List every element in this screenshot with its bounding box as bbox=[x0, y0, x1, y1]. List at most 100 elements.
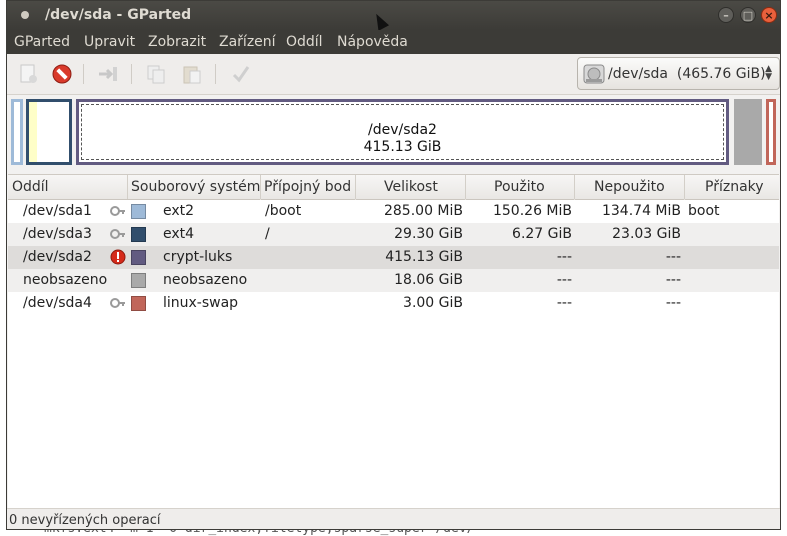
menu-bar: GParted Upravit Zobrazit Zařízení Oddíl … bbox=[7, 30, 780, 54]
used-space: --- bbox=[556, 249, 572, 265]
selected-partition-label: /dev/sda2 415.13 GiB bbox=[363, 122, 442, 155]
filesystem-type: neobsazeno bbox=[163, 272, 248, 288]
copy-icon bbox=[147, 65, 165, 84]
key-icon bbox=[110, 204, 126, 222]
column-header-mountpoint[interactable]: Přípojný bod bbox=[264, 179, 351, 195]
paste-button[interactable] bbox=[179, 62, 205, 86]
unused-space: 134.74 MiB bbox=[601, 203, 681, 219]
partition-block-sda3[interactable] bbox=[26, 99, 72, 165]
table-row[interactable]: /dev/sda3 ext4 / 29.30 GiB 6.27 GiB 23.03 GiB bbox=[8, 223, 779, 246]
table-row[interactable]: neobsazeno neobsazeno 18.06 GiB --- --- bbox=[8, 269, 779, 292]
filesystem-color-swatch bbox=[131, 204, 146, 219]
unused-space: 23.03 GiB bbox=[612, 226, 681, 242]
column-divider bbox=[355, 175, 356, 199]
partition-name: /dev/sda3 bbox=[23, 226, 92, 242]
device-label: /dev/sda (465.76 GiB) bbox=[608, 66, 766, 82]
menu-gparted[interactable]: GParted bbox=[14, 34, 70, 50]
column-header-unused[interactable]: Nepoužito bbox=[594, 179, 665, 195]
filesystem-color-swatch bbox=[131, 296, 146, 311]
column-divider bbox=[574, 175, 575, 199]
warning-icon bbox=[110, 249, 126, 269]
status-bar: 0 nevyřízených operací bbox=[7, 508, 780, 529]
delete-partition-button[interactable] bbox=[49, 62, 75, 86]
checkmark-icon bbox=[232, 66, 250, 83]
mount-point: / bbox=[265, 226, 270, 242]
partition-block-unallocated[interactable] bbox=[734, 99, 762, 165]
column-header-filesystem[interactable]: Souborový systém bbox=[131, 179, 260, 195]
resize-move-button[interactable] bbox=[95, 62, 121, 86]
table-row[interactable]: /dev/sda2 crypt-luks 415.13 GiB --- --- bbox=[8, 246, 779, 269]
filesystem-color-swatch bbox=[131, 250, 146, 265]
partition-name: /dev/sda2 bbox=[23, 249, 92, 265]
window-title: /dev/sda - GParted bbox=[45, 7, 192, 23]
partition-name: neobsazeno bbox=[23, 272, 108, 288]
toolbar-separator bbox=[131, 64, 132, 84]
menu-view[interactable]: Zobrazit bbox=[148, 34, 206, 50]
unused-space: --- bbox=[665, 272, 681, 288]
partition-block-sda1[interactable] bbox=[11, 99, 23, 165]
delete-icon bbox=[52, 64, 72, 84]
used-space: --- bbox=[556, 272, 572, 288]
toolbar-separator bbox=[83, 64, 84, 84]
table-row[interactable]: /dev/sda4 linux-swap 3.00 GiB --- --- bbox=[8, 292, 779, 315]
paste-icon bbox=[183, 66, 201, 84]
device-selector[interactable]: /dev/sda (465.76 GiB) ▲ ▼ bbox=[577, 57, 780, 90]
close-button[interactable]: × bbox=[761, 7, 777, 23]
partition-size: 3.00 GiB bbox=[403, 295, 463, 311]
title-bar[interactable]: /dev/sda - GParted – □ × bbox=[7, 1, 780, 30]
column-header-flags[interactable]: Příznaky bbox=[705, 179, 764, 195]
partition-size: 18.06 GiB bbox=[394, 272, 463, 288]
mount-point: /boot bbox=[265, 203, 302, 219]
minimize-button[interactable]: – bbox=[718, 7, 734, 23]
used-space: 6.27 GiB bbox=[512, 226, 572, 242]
column-header-size[interactable]: Velikost bbox=[384, 179, 438, 195]
toolbar: /dev/sda (465.76 GiB) ▲ ▼ bbox=[7, 54, 780, 95]
used-space: --- bbox=[556, 295, 572, 311]
partition-table: Oddíl Souborový systém Přípojný bod Veli… bbox=[8, 174, 779, 508]
filesystem-color-swatch bbox=[131, 273, 146, 288]
hard-disk-icon bbox=[583, 64, 605, 84]
filesystem-type: ext4 bbox=[163, 226, 195, 242]
menu-partition[interactable]: Oddíl bbox=[286, 34, 323, 50]
maximize-button[interactable]: □ bbox=[740, 7, 756, 23]
partition-block-sda4[interactable] bbox=[766, 99, 776, 165]
partition-name: /dev/sda4 bbox=[23, 295, 92, 311]
column-divider bbox=[684, 175, 685, 199]
column-header-used[interactable]: Použito bbox=[494, 179, 545, 195]
table-header: Oddíl Souborový systém Přípojný bod Veli… bbox=[8, 175, 779, 200]
resize-move-icon bbox=[99, 67, 117, 81]
partition-size: 415.13 GiB bbox=[385, 249, 463, 265]
key-icon bbox=[110, 296, 126, 314]
unused-space: --- bbox=[665, 249, 681, 265]
column-header-partition[interactable]: Oddíl bbox=[12, 179, 49, 195]
partition-name: /dev/sda1 bbox=[23, 203, 92, 219]
filesystem-color-swatch bbox=[131, 227, 146, 242]
new-partition-button[interactable] bbox=[15, 62, 41, 86]
copy-button[interactable] bbox=[143, 62, 169, 86]
toolbar-separator bbox=[215, 64, 216, 84]
column-divider bbox=[260, 175, 261, 199]
partition-size: 285.00 MiB bbox=[383, 203, 463, 219]
key-icon bbox=[110, 227, 126, 245]
partition-size: 29.30 GiB bbox=[394, 226, 463, 242]
new-document-icon bbox=[20, 64, 37, 83]
used-space: 150.26 MiB bbox=[492, 203, 572, 219]
menu-edit[interactable]: Upravit bbox=[84, 34, 135, 50]
partition-flags: boot bbox=[688, 203, 720, 219]
chevron-up-down-icon: ▲ ▼ bbox=[765, 64, 772, 82]
apply-button[interactable] bbox=[228, 62, 254, 86]
partition-block-sda2[interactable]: /dev/sda2 415.13 GiB bbox=[76, 99, 729, 165]
menu-device[interactable]: Zařízení bbox=[219, 34, 276, 50]
window-menu-icon[interactable] bbox=[21, 11, 29, 19]
column-divider bbox=[465, 175, 466, 199]
unused-space: --- bbox=[665, 295, 681, 311]
filesystem-type: crypt-luks bbox=[163, 249, 233, 265]
gparted-window: /dev/sda - GParted – □ × GParted Upravit… bbox=[6, 0, 781, 530]
partition-map: /dev/sda2 415.13 GiB bbox=[7, 95, 780, 171]
pending-operations-status: 0 nevyřízených operací bbox=[9, 513, 161, 528]
menu-help[interactable]: Nápověda bbox=[337, 34, 408, 50]
filesystem-type: linux-swap bbox=[163, 295, 239, 311]
filesystem-type: ext2 bbox=[163, 203, 195, 219]
column-divider bbox=[127, 175, 128, 199]
table-row[interactable]: /dev/sda1 ext2/boot 285.00 MiB 150.26 MiB 13… bbox=[8, 200, 779, 223]
